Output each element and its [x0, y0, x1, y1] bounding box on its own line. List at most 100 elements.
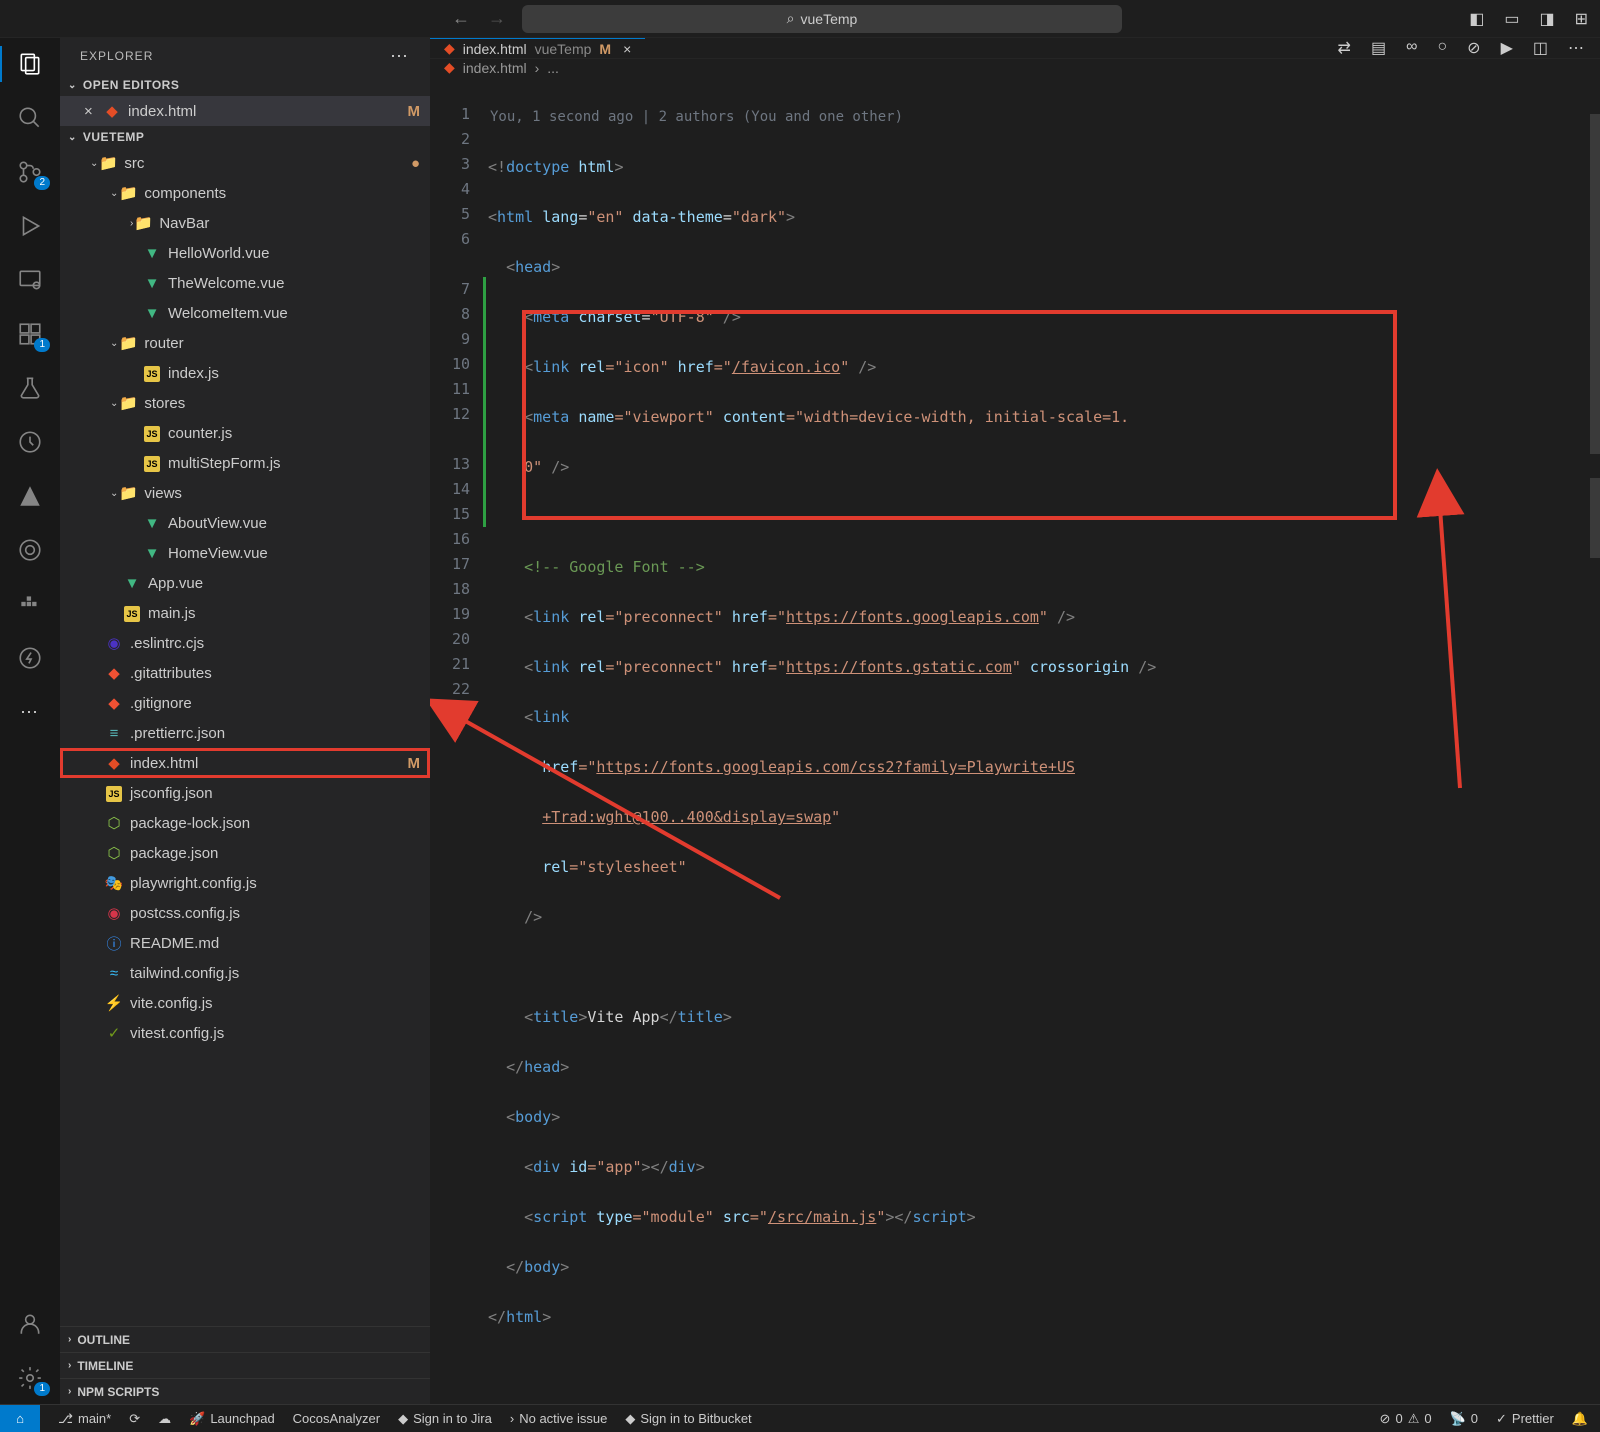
file-router-index[interactable]: JSindex.js [60, 358, 430, 388]
file-multistep[interactable]: JSmultiStepForm.js [60, 448, 430, 478]
run-icon[interactable]: ▶ [1501, 38, 1513, 58]
minimap[interactable] [1486, 114, 1596, 264]
package-icon: ⬡ [104, 814, 124, 832]
file-jsconfig[interactable]: JSjsconfig.json [60, 778, 430, 808]
file-pkg[interactable]: ⬡package.json [60, 838, 430, 868]
account-icon[interactable] [16, 1310, 44, 1338]
file-eslint[interactable]: ◉.eslintrc.cjs [60, 628, 430, 658]
open-editors-section[interactable]: ⌄ OPEN EDITORS [60, 74, 430, 96]
file-gitattr[interactable]: ◆.gitattributes [60, 658, 430, 688]
line-gutter: 123456 789101112 13141516171819 20212223 [430, 76, 488, 1430]
file-counter[interactable]: JScounter.js [60, 418, 430, 448]
command-center[interactable]: ⌕ vueTemp [522, 5, 1122, 33]
more-icon[interactable]: ⋯ [16, 698, 44, 726]
file-index-html[interactable]: ◆index.htmlM [60, 748, 430, 778]
nav-forward-icon[interactable]: → [488, 8, 506, 29]
cloud-button[interactable]: ☁ [158, 1411, 171, 1427]
file-postcss[interactable]: ◉postcss.config.js [60, 898, 430, 928]
panel-bottom-icon[interactable]: ▭ [1504, 9, 1519, 29]
file-hello[interactable]: ▼HelloWorld.vue [60, 238, 430, 268]
remote-button[interactable]: ⌂ [0, 1405, 40, 1432]
layout-custom-icon[interactable]: ⊞ [1575, 9, 1588, 29]
timeline-section[interactable]: ›TIMELINE [60, 1352, 430, 1378]
folder-icon: 📁 [133, 214, 153, 232]
panel-primary-icon[interactable]: ◧ [1469, 9, 1484, 29]
chevron-right-icon: › [535, 60, 540, 76]
extensions-icon[interactable]: 1 [16, 320, 44, 348]
open-editor-item[interactable]: × ◆ index.html M [60, 96, 430, 126]
sync-button[interactable]: ⟳ [129, 1411, 140, 1427]
folder-views[interactable]: ⌄📁views [60, 478, 430, 508]
close-icon[interactable]: × [84, 103, 102, 120]
folder-router[interactable]: ⌄📁router [60, 328, 430, 358]
bolt-icon[interactable] [16, 644, 44, 672]
file-gitignore[interactable]: ◆.gitignore [60, 688, 430, 718]
code-editor[interactable]: You, 1 second ago | 2 authors (You and o… [488, 76, 1600, 1430]
timeline-icon[interactable] [16, 428, 44, 456]
file-readme[interactable]: ⓘREADME.md [60, 928, 430, 958]
vue-file-icon: ▼ [122, 575, 142, 592]
chevron-down-icon: ⌄ [110, 338, 118, 349]
git-blame: You, 1 second ago | 2 authors (You and o… [488, 105, 1600, 130]
explorer-title: EXPLORER [80, 49, 153, 63]
tab-index-html[interactable]: ◆ index.html vueTemp M × [430, 38, 645, 58]
postcss-icon: ◉ [104, 904, 124, 922]
git-branch[interactable]: ⎇main* [58, 1411, 111, 1427]
azure-icon[interactable] [16, 482, 44, 510]
folder-stores[interactable]: ⌄📁stores [60, 388, 430, 418]
explorer-icon[interactable] [16, 50, 44, 78]
search-icon: ⌕ [787, 10, 795, 27]
explorer-sidebar: EXPLORER ⋯ ⌄ OPEN EDITORS × ◆ index.html… [60, 38, 430, 1404]
nav-back-icon[interactable]: ← [452, 8, 470, 29]
file-about[interactable]: ▼AboutView.vue [60, 508, 430, 538]
scrollbar-indicator[interactable] [1590, 114, 1600, 454]
close-tab-icon[interactable]: × [623, 41, 631, 57]
search-view-icon[interactable] [16, 104, 44, 132]
project-section[interactable]: ⌄ VUETEMP [60, 126, 430, 148]
split-icon[interactable]: ◫ [1533, 38, 1548, 58]
html-file-icon: ◆ [102, 102, 122, 120]
cocos[interactable]: CocosAnalyzer [293, 1411, 380, 1426]
view-icon[interactable]: ▤ [1371, 38, 1386, 58]
compare-icon[interactable]: ⇄ [1338, 38, 1351, 58]
npm-section[interactable]: ›NPM SCRIPTS [60, 1378, 430, 1404]
flask-icon[interactable] [16, 374, 44, 402]
source-control-icon[interactable]: 2 [16, 158, 44, 186]
docker-icon[interactable] [16, 590, 44, 618]
file-vite[interactable]: ⚡vite.config.js [60, 988, 430, 1018]
file-home[interactable]: ▼HomeView.vue [60, 538, 430, 568]
sync-icon[interactable]: ∞ [1406, 38, 1417, 58]
file-vitest[interactable]: ✓vitest.config.js [60, 1018, 430, 1048]
file-playwright[interactable]: 🎭playwright.config.js [60, 868, 430, 898]
debug-icon[interactable] [16, 212, 44, 240]
remote-explorer-icon[interactable] [16, 266, 44, 294]
folder-src[interactable]: ⌄📁src [60, 148, 430, 178]
vue-file-icon: ▼ [142, 545, 162, 562]
sync-icon: ⟳ [129, 1411, 140, 1427]
file-prettier[interactable]: ≡.prettierrc.json [60, 718, 430, 748]
file-app[interactable]: ▼App.vue [60, 568, 430, 598]
tailwind-icon: ≈ [104, 965, 124, 982]
folder-components[interactable]: ⌄📁components [60, 178, 430, 208]
settings-gear-icon[interactable]: 1 [16, 1364, 44, 1392]
outline-section[interactable]: ›OUTLINE [60, 1326, 430, 1352]
explorer-more-icon[interactable]: ⋯ [390, 46, 410, 67]
panel-secondary-icon[interactable]: ◨ [1539, 9, 1554, 29]
tab-more-icon[interactable]: ⋯ [1568, 38, 1586, 58]
launchpad[interactable]: 🚀Launchpad [189, 1411, 275, 1427]
html-file-icon: ◆ [444, 40, 455, 57]
breadcrumb[interactable]: ◆ index.html › ... [430, 59, 1600, 76]
circle-icon[interactable]: ○ [1437, 38, 1447, 58]
folder-navbar[interactable]: ›📁NavBar [60, 208, 430, 238]
gitlens-icon[interactable] [16, 536, 44, 564]
file-welcome[interactable]: ▼TheWelcome.vue [60, 268, 430, 298]
modified-badge: M [408, 103, 421, 120]
file-main[interactable]: JSmain.js [60, 598, 430, 628]
file-welcomeitem[interactable]: ▼WelcomeItem.vue [60, 298, 430, 328]
file-pkglock[interactable]: ⬡package-lock.json [60, 808, 430, 838]
file-tailwind[interactable]: ≈tailwind.config.js [60, 958, 430, 988]
scrollbar-indicator[interactable] [1590, 478, 1600, 558]
link-icon[interactable]: ⊘ [1467, 38, 1480, 58]
modified-badge: M [408, 755, 421, 772]
chevron-right-icon: › [68, 1360, 71, 1371]
